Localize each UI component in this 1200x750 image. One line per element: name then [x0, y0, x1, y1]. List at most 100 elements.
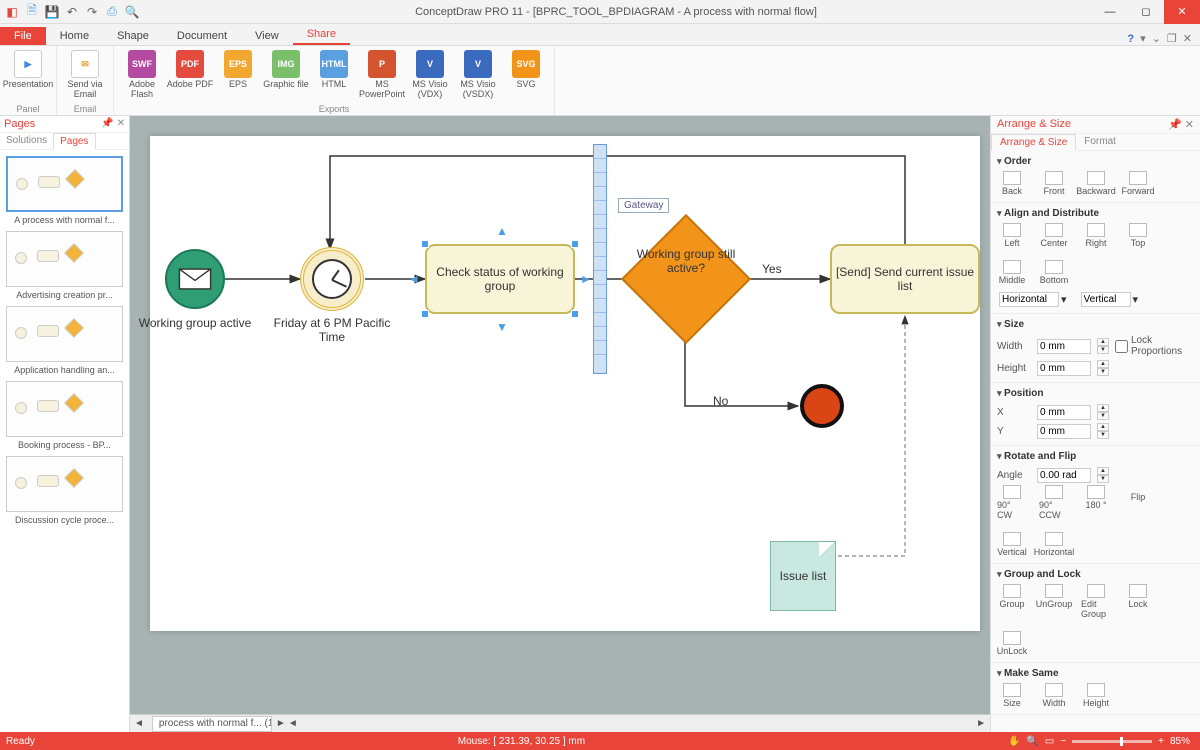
flip-horizontal-button[interactable]: Horizontal [1039, 532, 1069, 557]
tab-view[interactable]: View [241, 27, 293, 45]
rotate-cw-button[interactable]: 90° CW [997, 485, 1027, 520]
start-event[interactable] [165, 249, 225, 309]
align-bottom-button[interactable]: Bottom [1039, 260, 1069, 285]
x-input[interactable] [1037, 405, 1091, 420]
close-button[interactable]: ✕ [1164, 0, 1200, 24]
task-send-issue-list[interactable]: [Send] Send current issue list [830, 244, 980, 314]
presentation-button[interactable]: ▶ Presentation [4, 48, 52, 90]
zoom-in-icon[interactable]: + [1158, 736, 1164, 747]
chevron-down-icon[interactable]: ▾ [1133, 293, 1139, 306]
page-thumbnail[interactable]: A process with normal f... [6, 156, 123, 225]
angle-input[interactable] [1037, 468, 1091, 483]
width-input[interactable] [1037, 339, 1091, 354]
zoom-level[interactable]: 85% [1170, 736, 1190, 747]
tab-home[interactable]: Home [46, 27, 103, 45]
page-thumbnail[interactable]: Booking process - BP... [6, 381, 123, 450]
lock-button[interactable]: Lock [1123, 584, 1153, 619]
align-left-button[interactable]: Left [997, 223, 1027, 248]
spin-up-icon[interactable]: ▲ [1097, 338, 1109, 346]
close-panel-icon[interactable]: ✕ [1185, 119, 1194, 131]
collapse-ribbon-icon[interactable]: ⌄ [1152, 32, 1161, 45]
spin-down-icon[interactable]: ▼ [1097, 346, 1109, 354]
scroll-left-icon[interactable]: ◄ [288, 718, 298, 729]
scroll-right-icon[interactable]: ► [976, 718, 986, 729]
qat-preview-icon[interactable]: 🔍 [124, 4, 140, 20]
tab-file[interactable]: File [0, 27, 46, 45]
export-adobe-pdf-button[interactable]: PDFAdobe PDF [166, 48, 214, 100]
qat-undo-icon[interactable]: ↶ [64, 4, 80, 20]
next-page-icon[interactable]: ► [276, 718, 286, 729]
page-thumbnail[interactable]: Advertising creation pr... [6, 231, 123, 300]
prev-page-icon[interactable]: ◄ [134, 718, 144, 729]
timer-event[interactable] [300, 247, 364, 311]
fit-page-icon[interactable]: ▭ [1045, 736, 1054, 747]
align-middle-button[interactable]: Middle [997, 260, 1027, 285]
edit-group-button[interactable]: Edit Group [1081, 584, 1111, 619]
rotate-180-button[interactable]: 180 ° [1081, 485, 1111, 520]
page-thumbnail[interactable]: Application handling an... [6, 306, 123, 375]
selection-handle[interactable] [421, 240, 429, 248]
close-panel-icon[interactable]: ✕ [117, 118, 125, 129]
qat-redo-icon[interactable]: ↷ [84, 4, 100, 20]
canvas[interactable]: Working group active Friday at 6 PM Paci… [150, 136, 980, 631]
distribute-h-select[interactable] [999, 292, 1059, 307]
pages-tab-pages[interactable]: Pages [53, 133, 95, 150]
tab-shape[interactable]: Shape [103, 27, 163, 45]
export-html-button[interactable]: HTMLHTML [310, 48, 358, 100]
pin-icon[interactable]: 📌 [1168, 119, 1182, 131]
pages-tab-solutions[interactable]: Solutions [0, 133, 53, 149]
close-doc-icon[interactable]: ✕ [1183, 32, 1192, 45]
export-eps-button[interactable]: EPSEPS [214, 48, 262, 100]
same-size-button[interactable]: Size [997, 683, 1027, 708]
tab-share[interactable]: Share [293, 25, 350, 45]
quick-shapes-toolbox[interactable] [593, 144, 607, 374]
pin-icon[interactable]: 📌 [101, 118, 113, 129]
height-input[interactable] [1037, 361, 1091, 376]
connect-arrow-icon[interactable]: ► [580, 272, 592, 286]
chevron-down-icon[interactable]: ▾ [1061, 293, 1067, 306]
arrange-tab-format[interactable]: Format [1076, 134, 1124, 150]
order-backward-button[interactable]: Backward [1081, 171, 1111, 196]
document-tab[interactable]: process with normal f... (1/16) ▾ [152, 716, 272, 732]
same-height-button[interactable]: Height [1081, 683, 1111, 708]
export-powerpoint-button[interactable]: PMS PowerPoint [358, 48, 406, 100]
unlock-button[interactable]: UnLock [997, 631, 1027, 656]
qat-new-icon[interactable]: 🗎 [24, 4, 40, 20]
arrange-tab-arrange[interactable]: Arrange & Size [991, 134, 1076, 151]
connect-arrow-icon[interactable]: ▼ [496, 320, 508, 334]
group-button[interactable]: Group [997, 584, 1027, 619]
qat-print-icon[interactable]: ⎙ [104, 4, 120, 20]
selection-handle[interactable] [571, 240, 579, 248]
export-graphic-file-button[interactable]: IMGGraphic file [262, 48, 310, 100]
export-adobe-flash-button[interactable]: SWFAdobe Flash [118, 48, 166, 100]
selection-handle[interactable] [571, 310, 579, 318]
export-visio-vdx-button[interactable]: VMS Visio (VDX) [406, 48, 454, 100]
flip-vertical-button[interactable]: Vertical [997, 532, 1027, 557]
help-icon[interactable]: ? [1127, 33, 1134, 45]
minimize-button[interactable]: — [1092, 0, 1128, 24]
qat-save-icon[interactable]: 💾 [44, 4, 60, 20]
order-front-button[interactable]: Front [1039, 171, 1069, 196]
same-width-button[interactable]: Width [1039, 683, 1069, 708]
y-input[interactable] [1037, 424, 1091, 439]
connect-arrow-icon[interactable]: ▲ [496, 224, 508, 238]
ungroup-button[interactable]: UnGroup [1039, 584, 1069, 619]
align-right-button[interactable]: Right [1081, 223, 1111, 248]
align-center-button[interactable]: Center [1039, 223, 1069, 248]
order-back-button[interactable]: Back [997, 171, 1027, 196]
connect-arrow-icon[interactable]: ◄ [408, 272, 420, 286]
export-svg-button[interactable]: SVGSVG [502, 48, 550, 100]
gateway-still-active[interactable]: Working group still active? [640, 233, 732, 325]
task-check-status[interactable]: Check status of working group [425, 244, 575, 314]
send-email-button[interactable]: ✉ Send via Email [61, 48, 109, 100]
distribute-v-select[interactable] [1081, 292, 1131, 307]
data-object-issue-list[interactable]: Issue list [770, 541, 836, 611]
tab-document[interactable]: Document [163, 27, 241, 45]
selection-handle[interactable] [421, 310, 429, 318]
align-top-button[interactable]: Top [1123, 223, 1153, 248]
pan-tool-icon[interactable]: ✋ [1008, 736, 1020, 747]
zoom-out-icon[interactable]: − [1060, 736, 1066, 747]
end-event[interactable] [800, 384, 844, 428]
mode-dropdown-icon[interactable]: ▾ [1140, 32, 1146, 45]
export-visio-vsdx-button[interactable]: VMS Visio (VSDX) [454, 48, 502, 100]
